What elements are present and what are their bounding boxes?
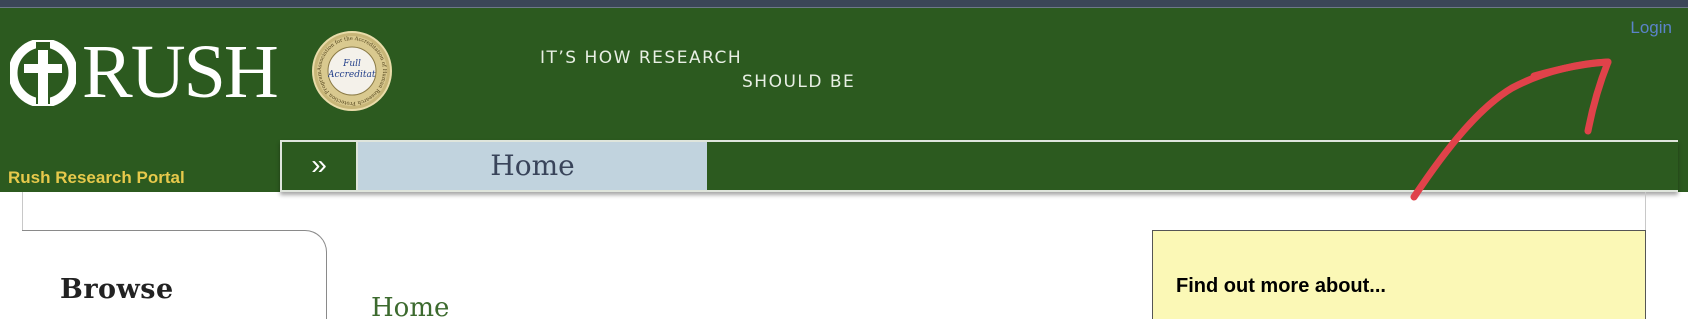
accreditation-seal-icon: Association for the Accreditation of Hum…: [312, 31, 392, 111]
page-title: Home: [371, 293, 450, 319]
top-window-strip: [0, 0, 1688, 8]
rush-logo[interactable]: RUSH: [10, 32, 290, 112]
portal-title[interactable]: Rush Research Portal: [8, 168, 185, 188]
tagline-line-2: SHOULD BE: [742, 72, 856, 92]
seal-label: Full Accreditation: [328, 59, 376, 80]
main-menu: » Home: [280, 140, 1678, 192]
browse-heading: Browse: [60, 274, 174, 305]
tab-home[interactable]: Home: [358, 142, 707, 190]
find-out-more-heading: Find out more about...: [1176, 275, 1386, 297]
rush-logo-mark-icon: [10, 40, 76, 106]
brand-name: RUSH: [82, 30, 279, 114]
navigation-bar: Rush Research Portal » Home: [0, 140, 1688, 192]
login-link[interactable]: Login: [1630, 18, 1672, 38]
tagline-line-1: IT’S HOW RESEARCH: [540, 48, 743, 68]
expand-menu-button[interactable]: »: [282, 142, 358, 190]
double-chevron-right-icon: »: [311, 149, 327, 180]
